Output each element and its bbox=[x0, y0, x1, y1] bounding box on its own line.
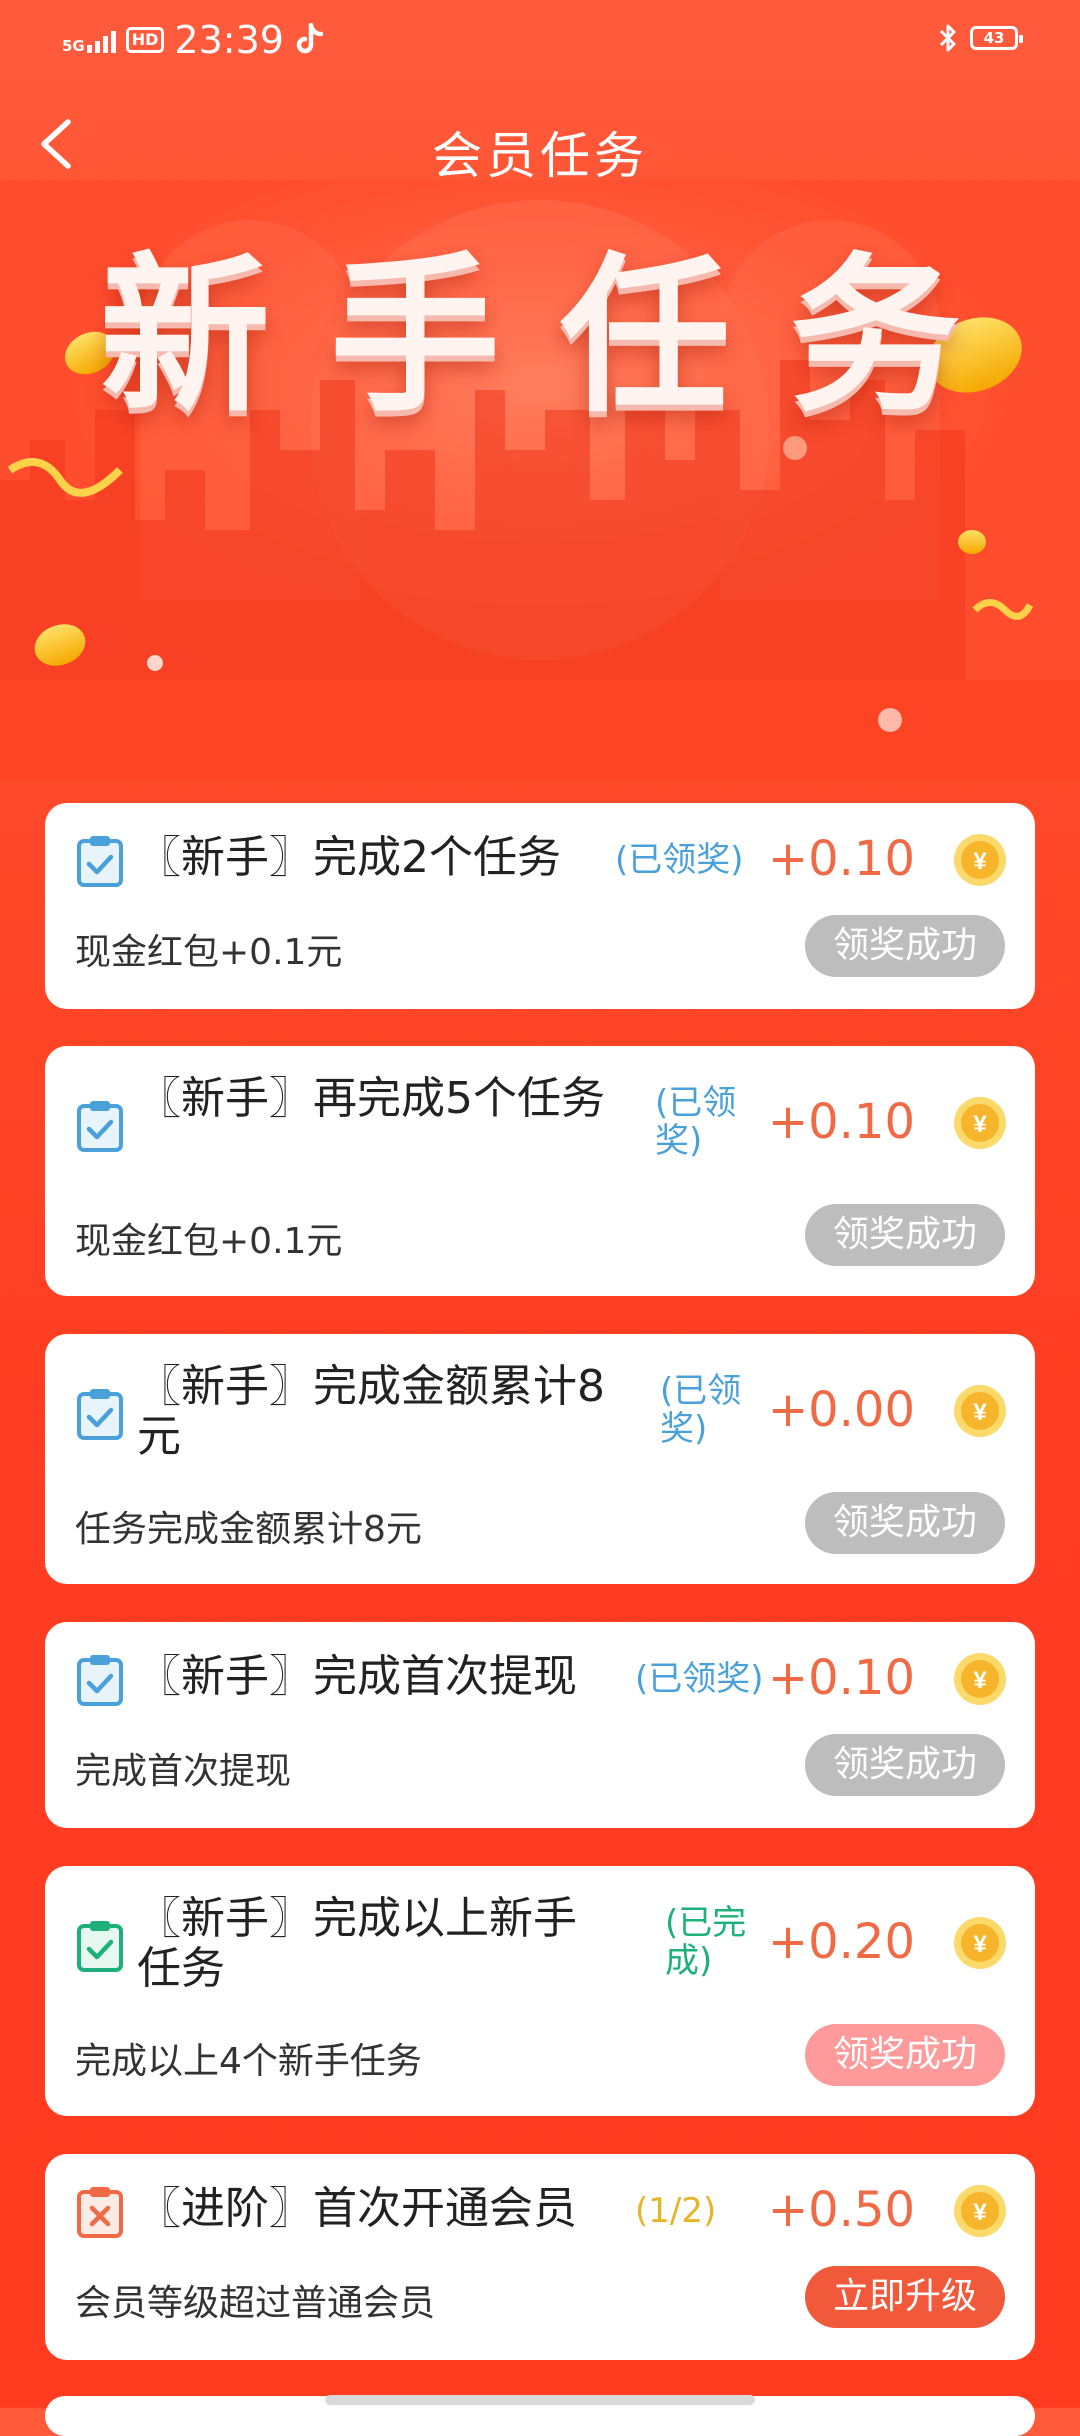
task-title: 〖新手〗完成2个任务 bbox=[137, 832, 561, 883]
status-right: 43 bbox=[938, 22, 1023, 54]
clipboard-check-icon bbox=[77, 1921, 123, 1972]
task-reward: +0.10 bbox=[767, 1094, 915, 1150]
svg-text:¥: ¥ bbox=[973, 1931, 987, 1958]
yuan-coin-icon: ¥ bbox=[954, 834, 1006, 886]
task-description: 完成以上4个新手任务 bbox=[75, 2041, 422, 2082]
task-description: 现金红包+0.1元 bbox=[75, 1221, 343, 1262]
task-title: 〖新手〗完成首次提现 bbox=[137, 1651, 577, 1702]
clock: 23:39 bbox=[174, 18, 284, 62]
top-nav: 会员任务 bbox=[0, 82, 1080, 212]
task-card: 〖进阶〗首次开通会员 (1/2) +0.50 ¥ 会员等级超过普通会员 立即升级 bbox=[45, 2154, 1035, 2360]
claim-button[interactable]: 领奖成功 bbox=[805, 2024, 1005, 2086]
clipboard-check-icon bbox=[77, 1655, 123, 1706]
battery-level: 43 bbox=[983, 29, 1005, 47]
yuan-coin-icon: ¥ bbox=[954, 1653, 1006, 1705]
clipboard-x-icon bbox=[77, 2187, 123, 2238]
task-status: (已完成) bbox=[665, 1903, 747, 1981]
task-title: 〖新手〗再完成5个任务 bbox=[137, 1073, 605, 1124]
claim-button[interactable]: 领奖成功 bbox=[805, 915, 1005, 977]
task-card: 〖新手〗完成2个任务 (已领奖) +0.10 ¥ 现金红包+0.1元 领奖成功 bbox=[45, 803, 1035, 1009]
status-bar: 5G HD 23:39 43 bbox=[0, 0, 1080, 82]
upgrade-button[interactable]: 立即升级 bbox=[805, 2266, 1005, 2328]
banner-title: 新手任务 bbox=[99, 238, 1020, 436]
yuan-coin-icon: ¥ bbox=[954, 1385, 1006, 1437]
clipboard-check-icon bbox=[77, 1101, 123, 1152]
status-left: 5G HD 23:39 bbox=[62, 18, 324, 62]
clipboard-check-icon bbox=[77, 1389, 123, 1440]
task-reward: +0.00 bbox=[767, 1382, 915, 1438]
claim-button[interactable]: 领奖成功 bbox=[805, 1204, 1005, 1266]
task-reward: +0.20 bbox=[767, 1914, 915, 1970]
bluetooth-icon bbox=[939, 24, 956, 52]
task-card: 〖新手〗完成首次提现 (已领奖) +0.10 ¥ 完成首次提现 领奖成功 bbox=[45, 1622, 1035, 1828]
tiktok-icon bbox=[296, 23, 324, 54]
task-reward: +0.10 bbox=[767, 831, 915, 887]
task-title: 〖新手〗完成以上新手任务 bbox=[137, 1893, 577, 1994]
task-reward: +0.10 bbox=[767, 1650, 915, 1706]
task-status: (已领奖) bbox=[655, 1083, 737, 1161]
hd-badge: HD bbox=[125, 27, 165, 53]
task-status: (已领奖) bbox=[615, 840, 744, 880]
task-description: 完成首次提现 bbox=[75, 1751, 292, 1792]
task-card: 〖新手〗完成金额累计8元 (已领奖) +0.00 ¥ 任务完成金额累计8元 领奖… bbox=[45, 1334, 1035, 1584]
task-description: 会员等级超过普通会员 bbox=[75, 2283, 436, 2324]
task-status: (1/2) bbox=[635, 2191, 717, 2231]
task-status: (已领奖) bbox=[635, 1659, 764, 1699]
yuan-coin-icon: ¥ bbox=[954, 2185, 1006, 2237]
svg-text:¥: ¥ bbox=[973, 1111, 987, 1138]
clipboard-check-icon bbox=[77, 836, 123, 887]
svg-text:¥: ¥ bbox=[973, 1667, 987, 1694]
svg-text:¥: ¥ bbox=[973, 1399, 987, 1426]
task-title: 〖进阶〗首次开通会员 bbox=[137, 2183, 577, 2234]
claim-button[interactable]: 领奖成功 bbox=[805, 1492, 1005, 1554]
svg-text:¥: ¥ bbox=[973, 848, 987, 875]
task-status: (已领奖) bbox=[660, 1371, 742, 1449]
home-indicator[interactable] bbox=[325, 2395, 755, 2405]
task-card: 〖新手〗完成以上新手任务 (已完成) +0.20 ¥ 完成以上4个新手任务 领奖… bbox=[45, 1866, 1035, 2116]
signal-bars-icon bbox=[86, 27, 116, 53]
task-card: 〖新手〗再完成5个任务 (已领奖) +0.10 ¥ 现金红包+0.1元 领奖成功 bbox=[45, 1046, 1035, 1296]
signal-indicator: 5G bbox=[62, 27, 116, 55]
task-description: 现金红包+0.1元 bbox=[75, 932, 343, 973]
battery-icon: 43 bbox=[970, 26, 1023, 50]
task-title: 〖新手〗完成金额累计8元 bbox=[137, 1361, 605, 1462]
claim-button[interactable]: 领奖成功 bbox=[805, 1734, 1005, 1796]
network-type: 5G bbox=[62, 37, 85, 55]
task-description: 任务完成金额累计8元 bbox=[75, 1509, 422, 1550]
svg-text:¥: ¥ bbox=[973, 2199, 987, 2226]
task-reward: +0.50 bbox=[767, 2182, 915, 2238]
yuan-coin-icon: ¥ bbox=[954, 1917, 1006, 1969]
yuan-coin-icon: ¥ bbox=[954, 1097, 1006, 1149]
page-title: 会员任务 bbox=[432, 127, 648, 185]
